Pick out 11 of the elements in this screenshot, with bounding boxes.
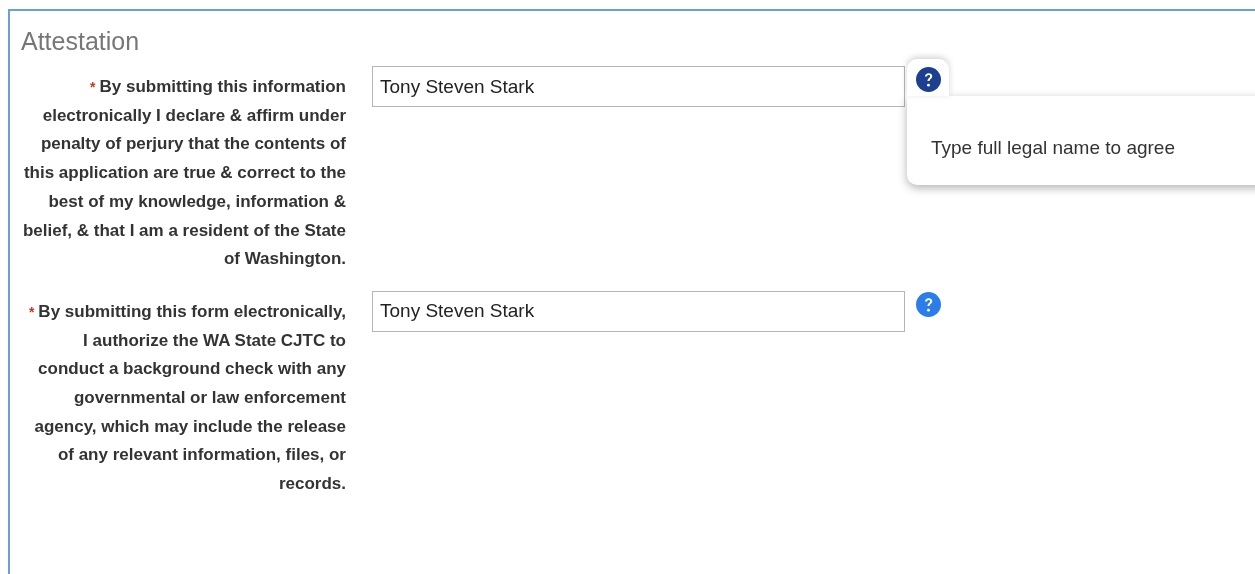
required-mark: *	[28, 303, 35, 320]
field-label: * By submitting this information electronically I declare & affirm under penalty of perjury that the contents of this application are true & correct to the best of my knowledge, information & belief, & that I am a resident of the State of Washington.	[21, 76, 346, 271]
tooltip-text: Type full legal name to agree	[931, 137, 1175, 158]
name-input-field[interactable]: Tony Steven Stark	[372, 66, 905, 107]
help-icon	[915, 291, 941, 317]
help-button[interactable]	[907, 59, 949, 96]
field-label: * By submitting this form electronically, I authorize the WA State CJTC to conduct a background check with any governmental or law enforcement agency, which may include the release of any relevant information, files, or records.	[27, 300, 346, 496]
help-icon	[915, 67, 941, 92]
name-input-field[interactable]: Tony Steven Stark	[372, 290, 905, 332]
section-title: Attestation	[21, 26, 140, 57]
required-mark: *	[90, 79, 96, 95]
